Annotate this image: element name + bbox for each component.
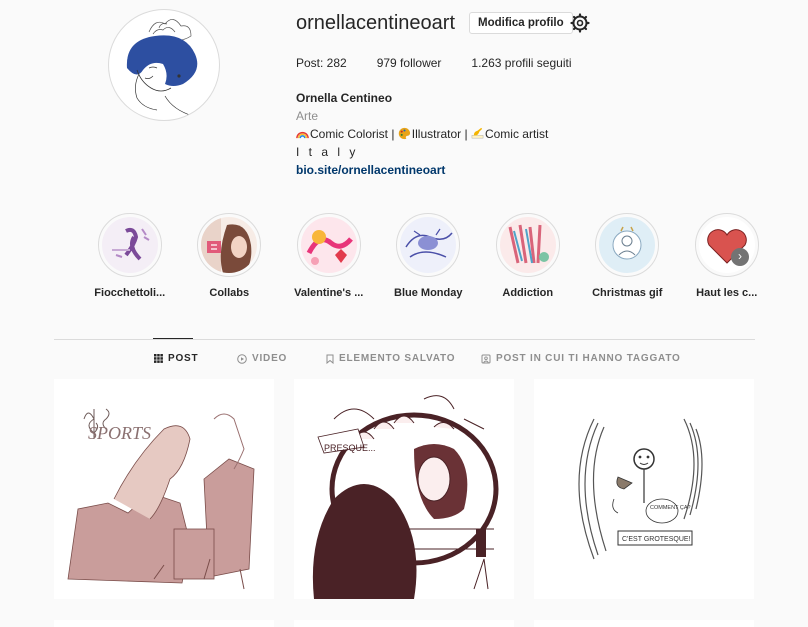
profile-category: Arte xyxy=(296,109,319,123)
girl-illustration-icon xyxy=(201,217,258,273)
edit-profile-button[interactable]: Modifica profilo xyxy=(469,12,573,34)
highlight-label: Haut les c... xyxy=(696,287,758,299)
post-caption-art: PRESQUE... xyxy=(324,443,376,453)
colorful-art-icon xyxy=(499,217,556,273)
post-thumbnail[interactable] xyxy=(54,620,274,627)
highlight-label: Valentine's ... xyxy=(294,287,364,299)
settings-gear-icon[interactable] xyxy=(570,13,590,33)
profile-stats: Post: 282 979 follower 1.263 profili seg… xyxy=(296,56,601,70)
bio-comic-colorist: Comic Colorist | xyxy=(310,127,398,141)
profile-full-name: Ornella Centineo xyxy=(296,91,393,105)
tab-label: POST IN CUI TI HANNO TAGGATO xyxy=(496,353,681,364)
post-thumbnail[interactable]: SPORTS xyxy=(54,379,274,599)
valentine-art-icon xyxy=(300,217,357,273)
bio-comic-artist: Comic artist xyxy=(484,127,549,141)
palette-emoji-icon xyxy=(398,127,410,140)
post-thumbnail[interactable] xyxy=(294,620,514,627)
profile-link[interactable]: bio.site/ornellacentineoart xyxy=(296,161,548,179)
red-heart-icon xyxy=(698,217,755,273)
writing-hand-emoji-icon xyxy=(471,127,484,139)
post-thumbnail[interactable]: PRESQUE... xyxy=(294,379,514,599)
blue-sketch-icon xyxy=(400,217,457,273)
highlight-label: Blue Monday xyxy=(394,287,463,299)
tab-video[interactable]: VIDEO xyxy=(237,353,287,364)
following-count[interactable]: 1.263 profili seguiti xyxy=(471,56,571,70)
highlight-item[interactable]: Collabs xyxy=(180,213,280,299)
story-highlights: Fiocchettoli... Collabs Valentine's ... xyxy=(80,213,777,299)
highlight-label: Collabs xyxy=(209,287,250,299)
post-thumbnail[interactable]: COMMENT ÇA? C'EST GROTESQUE! xyxy=(534,379,754,599)
tab-saved[interactable]: ELEMENTO SALVATO xyxy=(326,353,455,364)
tab-label: ELEMENTO SALVATO xyxy=(339,353,456,364)
play-icon xyxy=(237,353,247,364)
active-tab-indicator xyxy=(153,338,193,339)
post-caption-art: C'EST GROTESQUE! xyxy=(622,536,691,543)
tabs-divider xyxy=(54,339,755,340)
rainbow-emoji-icon xyxy=(296,131,309,139)
tab-post[interactable]: POST xyxy=(154,353,198,364)
profile-username: ornellacentineoart xyxy=(296,12,455,34)
highlight-item[interactable]: Addiction xyxy=(478,213,578,299)
grid-icon xyxy=(154,354,163,363)
bookmark-icon xyxy=(326,354,334,364)
purple-ribbon-icon xyxy=(101,217,158,273)
profile-bio: Ornella Centineo Arte Comic Colorist | I… xyxy=(296,89,548,179)
highlight-label: Fiocchettoli... xyxy=(94,287,166,299)
bio-illustrator: Illustrator | xyxy=(411,127,471,141)
highlight-label: Christmas gif xyxy=(592,287,663,299)
tab-label: VIDEO xyxy=(252,353,288,364)
highlight-item[interactable]: Fiocchettoli... xyxy=(80,213,180,299)
highlight-item[interactable]: Haut les c... xyxy=(677,213,777,299)
profile-tabs: POST VIDEO ELEMENTO SALVATO POST IN CUI … xyxy=(54,353,755,367)
profile-location: I t a l y xyxy=(296,145,359,159)
profile-avatar[interactable] xyxy=(108,9,220,121)
posts-count: Post: 282 xyxy=(296,56,347,70)
christmas-sketch-icon xyxy=(599,217,656,273)
post-speech-bubble: COMMENT ÇA? xyxy=(650,505,691,511)
highlight-label: Addiction xyxy=(502,287,554,299)
tag-icon xyxy=(481,354,491,363)
highlight-item[interactable]: Valentine's ... xyxy=(279,213,379,299)
tab-tagged[interactable]: POST IN CUI TI HANNO TAGGATO xyxy=(481,353,681,364)
followers-count[interactable]: 979 follower xyxy=(377,56,442,70)
bio-description: Comic Colorist | Illustrator | Comic art… xyxy=(296,125,548,143)
highlights-next-chevron-icon[interactable]: › xyxy=(731,248,749,266)
post-thumbnail[interactable] xyxy=(534,620,754,627)
tab-label: POST xyxy=(168,353,199,364)
highlight-item[interactable]: Christmas gif xyxy=(578,213,678,299)
post-caption-art: SPORTS xyxy=(88,423,151,443)
highlight-item[interactable]: Blue Monday xyxy=(379,213,479,299)
